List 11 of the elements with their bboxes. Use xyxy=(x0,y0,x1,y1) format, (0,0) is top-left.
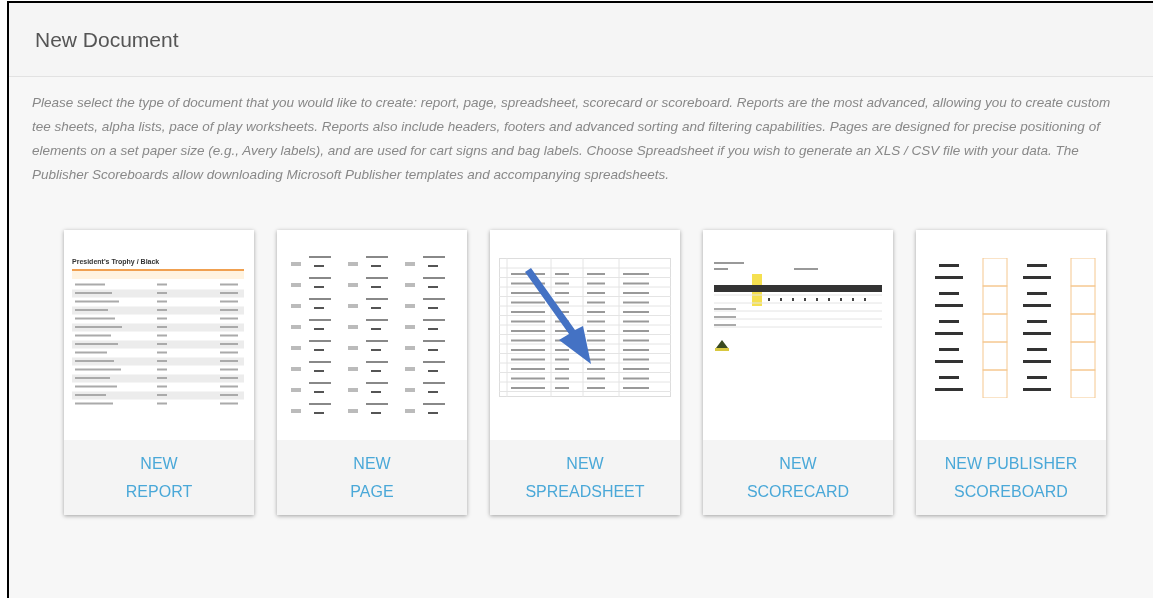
description-text: Please select the type of document that you would like to create: report, page, spreadsheet, scorecard or scoreboard. Reports are the most advanced, allowing you to create custom tee sheets, alpha lists, pace of play worksheets. Reports also include headers, footers and advanced sorting and filtering capabilities. Pages are designed for precise positioning of elements on a set paper size (e.g., Avery labels), and are used for cart signs and bag labels. Choose Spreadsheet if you wish to generate an XLS / CSV file with your data. The Publisher Scoreboards allow downloading Microsoft Publisher templates and accompanying spreadsheets. xyxy=(32,94,1112,184)
document-card[interactable]: NEW SPREADSHEET xyxy=(490,230,680,515)
document-card[interactable]: NEW PAGE xyxy=(277,230,467,515)
new-document-button[interactable]: NEW PAGE xyxy=(277,440,467,515)
document-card[interactable]: NEW PUBLISHER SCOREBOARD xyxy=(916,230,1106,515)
new-document-button[interactable]: NEW REPORT xyxy=(64,440,254,515)
new-document-button[interactable]: NEW SPREADSHEET xyxy=(490,440,680,515)
new-document-button[interactable]: NEW SCORECARD xyxy=(703,440,893,515)
page-title: New Document xyxy=(35,26,179,53)
new-document-button[interactable]: NEW PUBLISHER SCOREBOARD xyxy=(916,440,1106,515)
document-card[interactable]: NEW SCORECARD xyxy=(703,230,893,515)
